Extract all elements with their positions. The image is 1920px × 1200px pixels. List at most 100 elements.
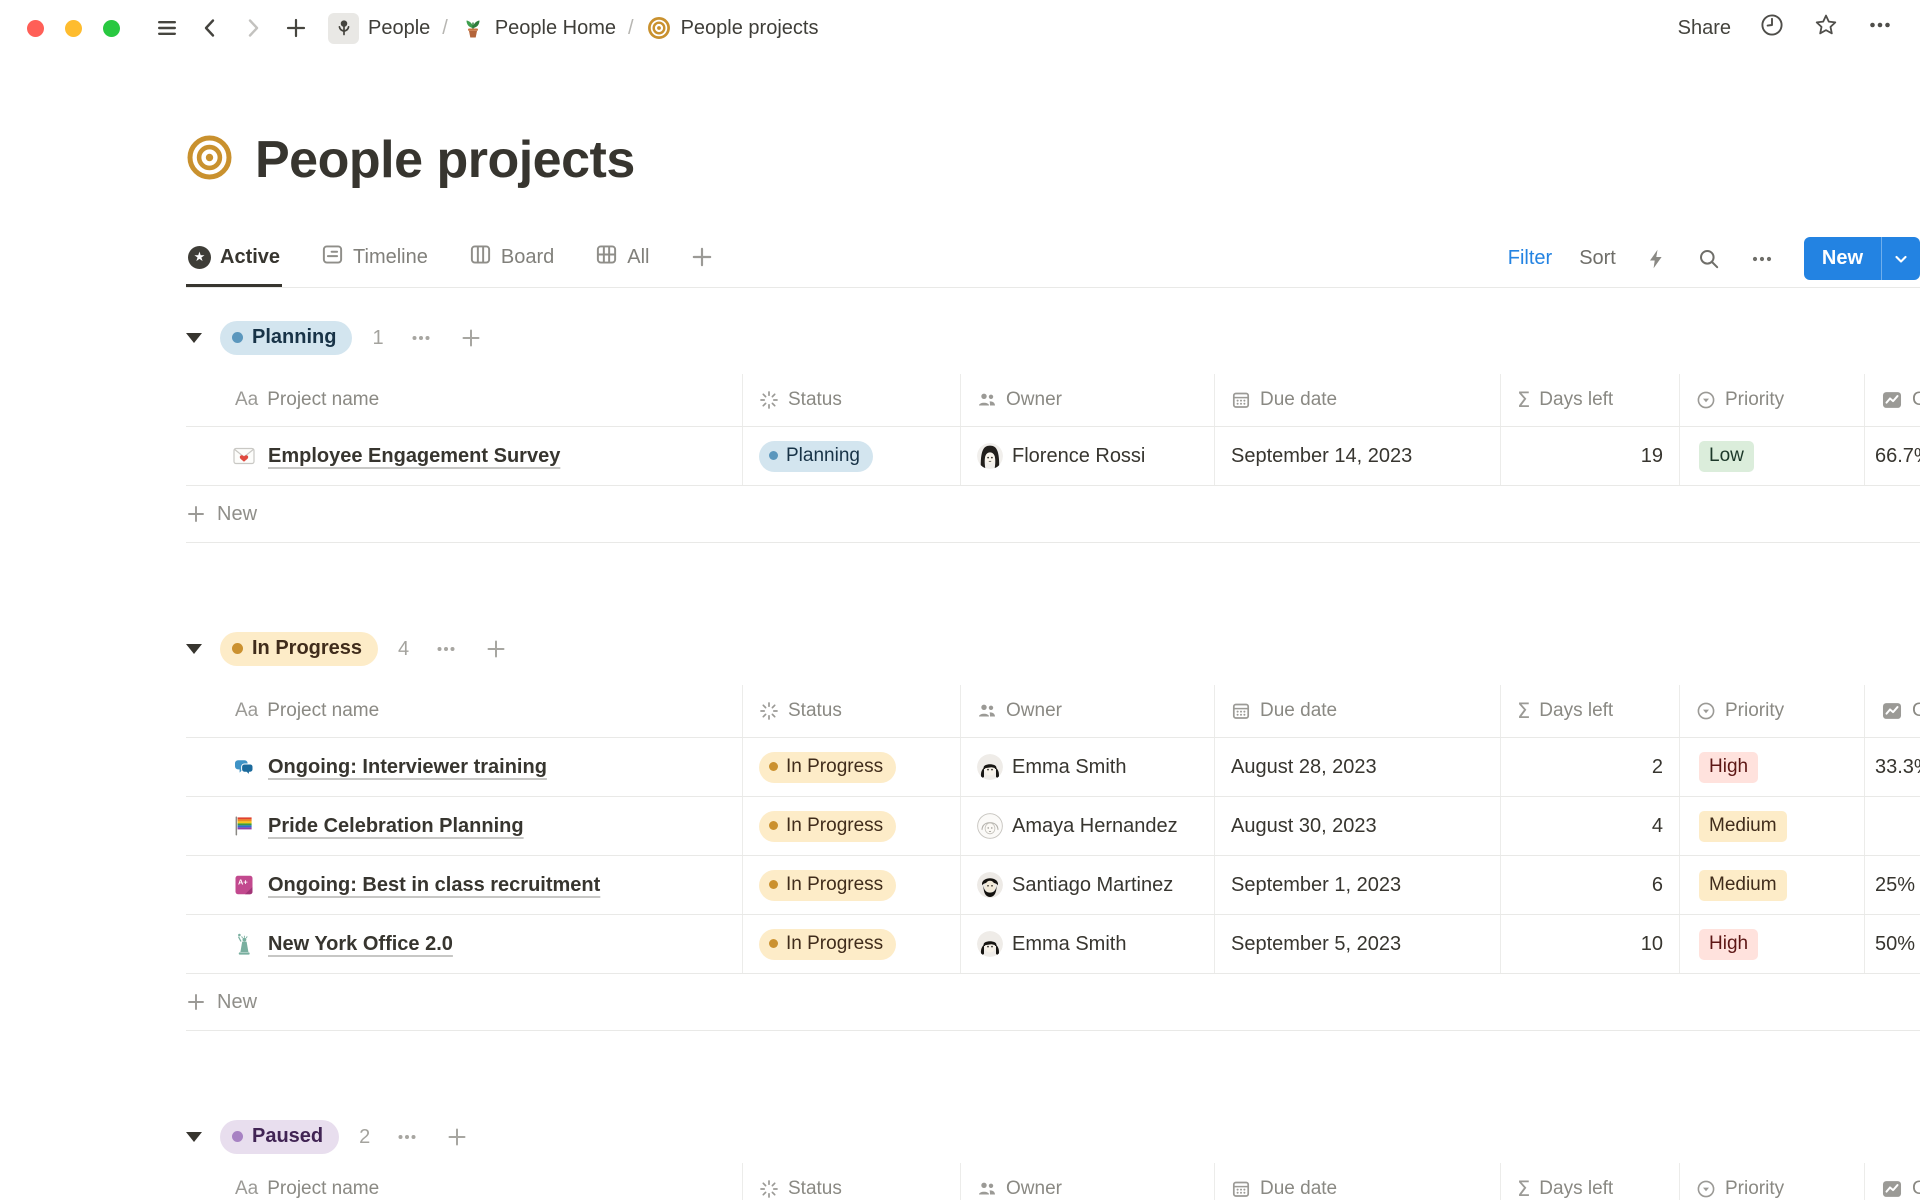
filter-button[interactable]: Filter xyxy=(1508,247,1552,270)
owner-cell[interactable]: Amaya Hernandez xyxy=(960,797,1214,855)
minimize-button[interactable] xyxy=(65,20,82,37)
page-title[interactable]: People projects xyxy=(255,130,635,190)
column-header-owner[interactable]: Owner xyxy=(960,374,1214,426)
column-header-name[interactable]: AaProject name xyxy=(186,374,742,426)
sum-icon: Σ xyxy=(1517,1177,1530,1200)
table-row: Employee Engagement Survey Planning Flor… xyxy=(186,427,1920,486)
teamspace-icon[interactable] xyxy=(328,13,359,44)
collapse-triangle-icon[interactable] xyxy=(186,644,202,654)
column-header-completion[interactable]: Completion xyxy=(1864,685,1920,737)
group-add-icon[interactable] xyxy=(483,636,509,662)
new-tab-icon[interactable] xyxy=(281,13,311,43)
group-pill-paused[interactable]: Paused xyxy=(220,1120,339,1154)
automation-bolt-icon[interactable] xyxy=(1643,246,1669,272)
column-header-owner[interactable]: Owner xyxy=(960,685,1214,737)
column-header-days-left[interactable]: ΣDays left xyxy=(1500,374,1679,426)
group-pill-in-progress[interactable]: In Progress xyxy=(220,632,378,666)
column-header-priority[interactable]: Priority xyxy=(1679,1163,1864,1200)
favorite-star-icon[interactable] xyxy=(1813,12,1839,44)
breadcrumb-page[interactable]: People projects xyxy=(681,17,819,40)
status-pill[interactable]: In Progress xyxy=(759,811,896,842)
column-header-status[interactable]: Status xyxy=(742,374,960,426)
column-header-due-date[interactable]: Due date xyxy=(1214,374,1500,426)
collapse-triangle-icon[interactable] xyxy=(186,1132,202,1142)
tab-active-view[interactable]: ★ Active xyxy=(186,230,282,287)
due-date-cell[interactable]: August 30, 2023 xyxy=(1214,797,1500,855)
due-date-cell[interactable]: September 1, 2023 xyxy=(1214,856,1500,914)
due-date-cell[interactable]: September 5, 2023 xyxy=(1214,915,1500,973)
status-dot xyxy=(769,880,778,889)
column-header-owner[interactable]: Owner xyxy=(960,1163,1214,1200)
owner-cell[interactable]: Santiago Martinez xyxy=(960,856,1214,914)
view-more-icon[interactable] xyxy=(1749,246,1775,272)
new-row-button[interactable]: New xyxy=(186,486,1920,543)
status-pill[interactable]: In Progress xyxy=(759,752,896,783)
group-more-icon[interactable] xyxy=(394,1124,420,1150)
sort-button[interactable]: Sort xyxy=(1579,247,1616,270)
column-header-due-date[interactable]: Due date xyxy=(1214,685,1500,737)
group-planning: Planning 1 AaProject name Status Owner D… xyxy=(186,316,1920,543)
more-options-icon[interactable] xyxy=(1867,12,1893,44)
due-date-cell[interactable]: September 14, 2023 xyxy=(1214,427,1500,485)
page-header: People projects xyxy=(186,130,1920,190)
breadcrumb-home[interactable]: People Home xyxy=(495,17,616,40)
page-target-icon[interactable] xyxy=(186,134,233,186)
new-row-button[interactable]: New xyxy=(186,974,1920,1031)
back-icon[interactable] xyxy=(195,13,225,43)
priority-tag[interactable]: High xyxy=(1699,752,1758,783)
column-header-name[interactable]: AaProject name xyxy=(186,1163,742,1200)
due-date-cell[interactable]: August 28, 2023 xyxy=(1214,738,1500,796)
priority-tag[interactable]: Medium xyxy=(1699,811,1787,842)
add-view-icon[interactable] xyxy=(688,230,716,287)
priority-tag[interactable]: High xyxy=(1699,929,1758,960)
status-pill[interactable]: Planning xyxy=(759,441,873,472)
new-dropdown-icon[interactable] xyxy=(1881,237,1920,280)
group-more-icon[interactable] xyxy=(433,636,459,662)
status-pill[interactable]: In Progress xyxy=(759,870,896,901)
project-name-cell: Pride Celebration Planning xyxy=(186,797,742,855)
owner-cell[interactable]: Emma Smith xyxy=(960,738,1214,796)
group-pill-planning[interactable]: Planning xyxy=(220,321,352,355)
priority-select-icon xyxy=(1696,1179,1716,1199)
collapse-triangle-icon[interactable] xyxy=(186,333,202,343)
clock-icon[interactable] xyxy=(1759,12,1785,44)
window-controls xyxy=(27,20,120,37)
column-header-days-left[interactable]: ΣDays left xyxy=(1500,685,1679,737)
share-button[interactable]: Share xyxy=(1678,17,1731,40)
owner-cell[interactable]: Florence Rossi xyxy=(960,427,1214,485)
project-link[interactable]: Pride Celebration Planning xyxy=(268,815,524,838)
forward-icon[interactable] xyxy=(238,13,268,43)
status-pill[interactable]: In Progress xyxy=(759,929,896,960)
tab-board-view[interactable]: Board xyxy=(467,230,556,287)
project-link[interactable]: New York Office 2.0 xyxy=(268,933,453,956)
close-button[interactable] xyxy=(27,20,44,37)
group-more-icon[interactable] xyxy=(408,325,434,351)
column-header-days-left[interactable]: ΣDays left xyxy=(1500,1163,1679,1200)
owner-cell[interactable]: Emma Smith xyxy=(960,915,1214,973)
tab-all-view[interactable]: All xyxy=(593,230,651,287)
priority-tag[interactable]: Low xyxy=(1699,441,1754,472)
project-link[interactable]: Ongoing: Interviewer training xyxy=(268,756,547,779)
column-header-status[interactable]: Status xyxy=(742,1163,960,1200)
project-link[interactable]: Employee Engagement Survey xyxy=(268,445,560,468)
group-add-icon[interactable] xyxy=(458,325,484,351)
project-link[interactable]: Ongoing: Best in class recruitment xyxy=(268,874,600,897)
column-header-completion[interactable]: Completion xyxy=(1864,374,1920,426)
column-header-status[interactable]: Status xyxy=(742,685,960,737)
table-grid-icon xyxy=(595,243,618,272)
menu-icon[interactable] xyxy=(152,13,182,43)
column-header-due-date[interactable]: Due date xyxy=(1214,1163,1500,1200)
board-icon xyxy=(469,243,492,272)
group-add-icon[interactable] xyxy=(444,1124,470,1150)
column-header-name[interactable]: AaProject name xyxy=(186,685,742,737)
breadcrumb-team[interactable]: People xyxy=(368,17,430,40)
tab-timeline-view[interactable]: Timeline xyxy=(319,230,430,287)
column-header-completion[interactable]: Completion xyxy=(1864,1163,1920,1200)
column-header-priority[interactable]: Priority xyxy=(1679,374,1864,426)
completion-cell: 25% xyxy=(1864,856,1920,914)
new-button[interactable]: New xyxy=(1804,237,1881,280)
priority-tag[interactable]: Medium xyxy=(1699,870,1787,901)
zoom-button[interactable] xyxy=(103,20,120,37)
column-header-priority[interactable]: Priority xyxy=(1679,685,1864,737)
search-icon[interactable] xyxy=(1696,246,1722,272)
